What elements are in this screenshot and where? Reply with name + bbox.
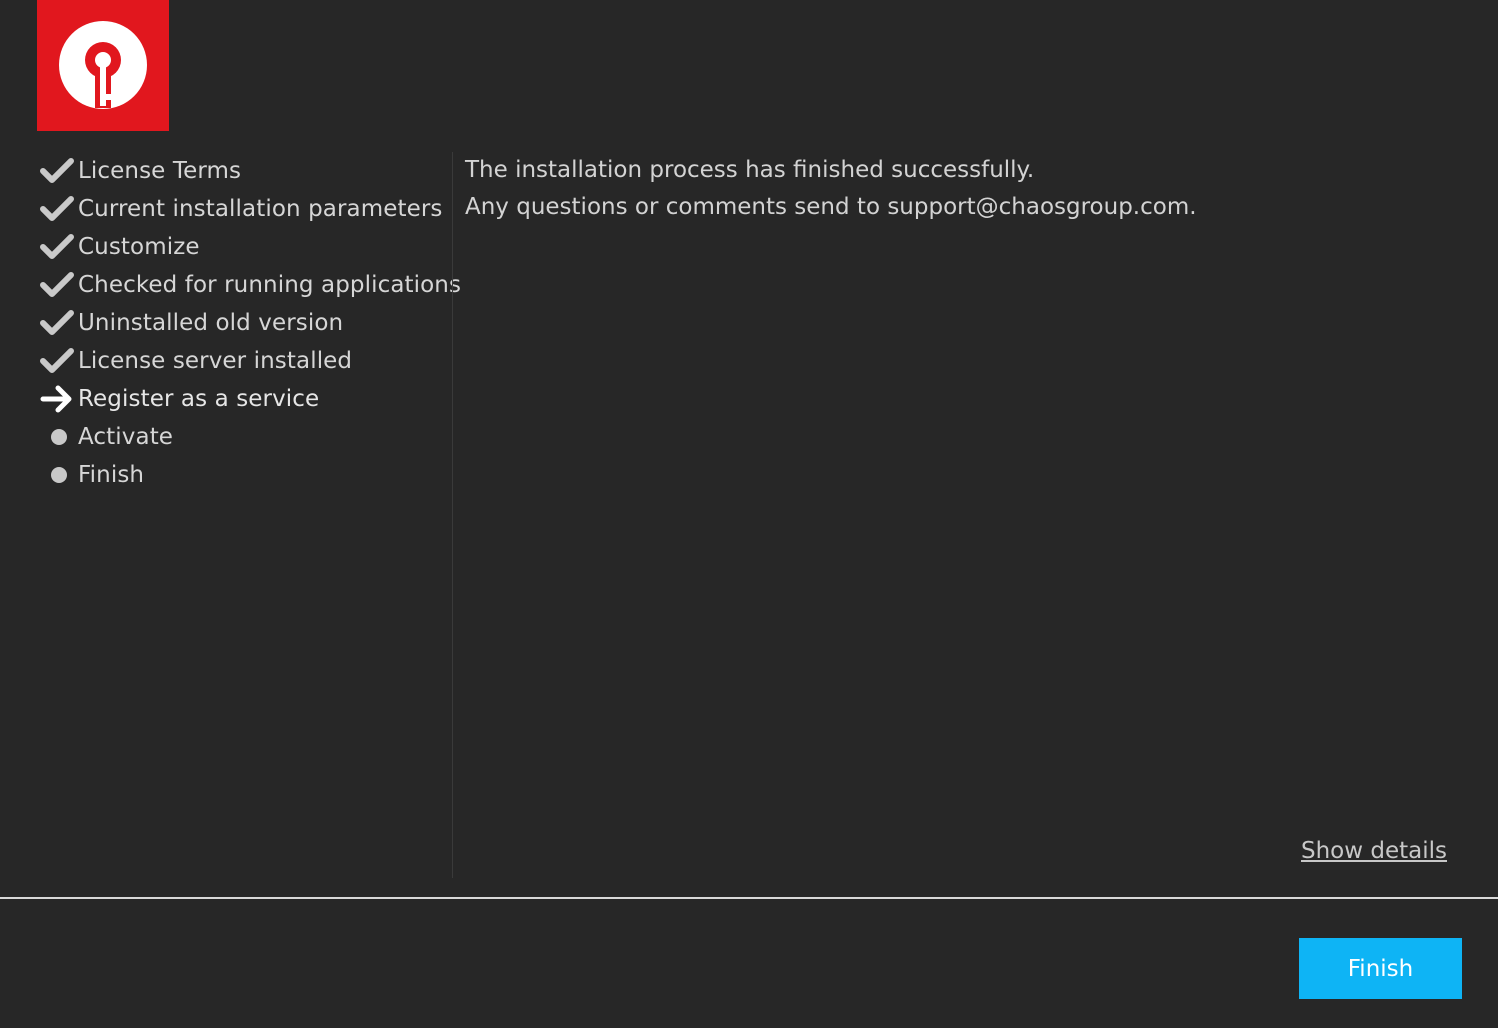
step-label: License Terms (78, 158, 242, 184)
step-label: Current installation parameters (78, 196, 443, 222)
step-license-server-installed: License server installed (40, 342, 450, 380)
step-activate: Activate (40, 418, 450, 456)
step-label: Uninstalled old version (78, 310, 344, 336)
step-license-terms: License Terms (40, 152, 450, 190)
step-label: Customize (78, 234, 200, 260)
check-icon (40, 266, 78, 304)
step-label: Finish (78, 462, 145, 488)
finish-button[interactable]: Finish (1299, 938, 1462, 999)
installation-steps-list: License Terms Current installation param… (40, 152, 461, 494)
step-label: Checked for running applications (78, 272, 462, 298)
check-icon (40, 304, 78, 342)
step-customize: Customize (40, 228, 450, 266)
step-label: Register as a service (78, 386, 320, 412)
step-uninstalled-old-version: Uninstalled old version (40, 304, 450, 342)
step-checked-running-applications: Checked for running applications (40, 266, 461, 304)
completion-message-line2: Any questions or comments send to suppor… (465, 194, 1197, 220)
completion-message-line1: The installation process has finished su… (465, 157, 1035, 183)
installer-window: License Terms Current installation param… (0, 0, 1498, 1028)
step-register-as-service: Register as a service (40, 380, 450, 418)
bullet-icon (40, 418, 78, 456)
check-icon (40, 152, 78, 190)
footer-divider (0, 897, 1498, 899)
completion-message: The installation process has finished su… (465, 152, 1465, 226)
check-icon (40, 228, 78, 266)
step-current-installation-parameters: Current installation parameters (40, 190, 450, 228)
chaos-logo (37, 0, 169, 131)
step-label: License server installed (78, 348, 353, 374)
bullet-icon (40, 456, 78, 494)
step-label: Activate (78, 424, 174, 450)
step-finish: Finish (40, 456, 450, 494)
keyhole-logo-icon (59, 21, 147, 109)
show-details-link[interactable]: Show details (1301, 838, 1447, 864)
arrow-right-icon (40, 380, 78, 418)
vertical-divider (452, 152, 453, 878)
check-icon (40, 342, 78, 380)
check-icon (40, 190, 78, 228)
